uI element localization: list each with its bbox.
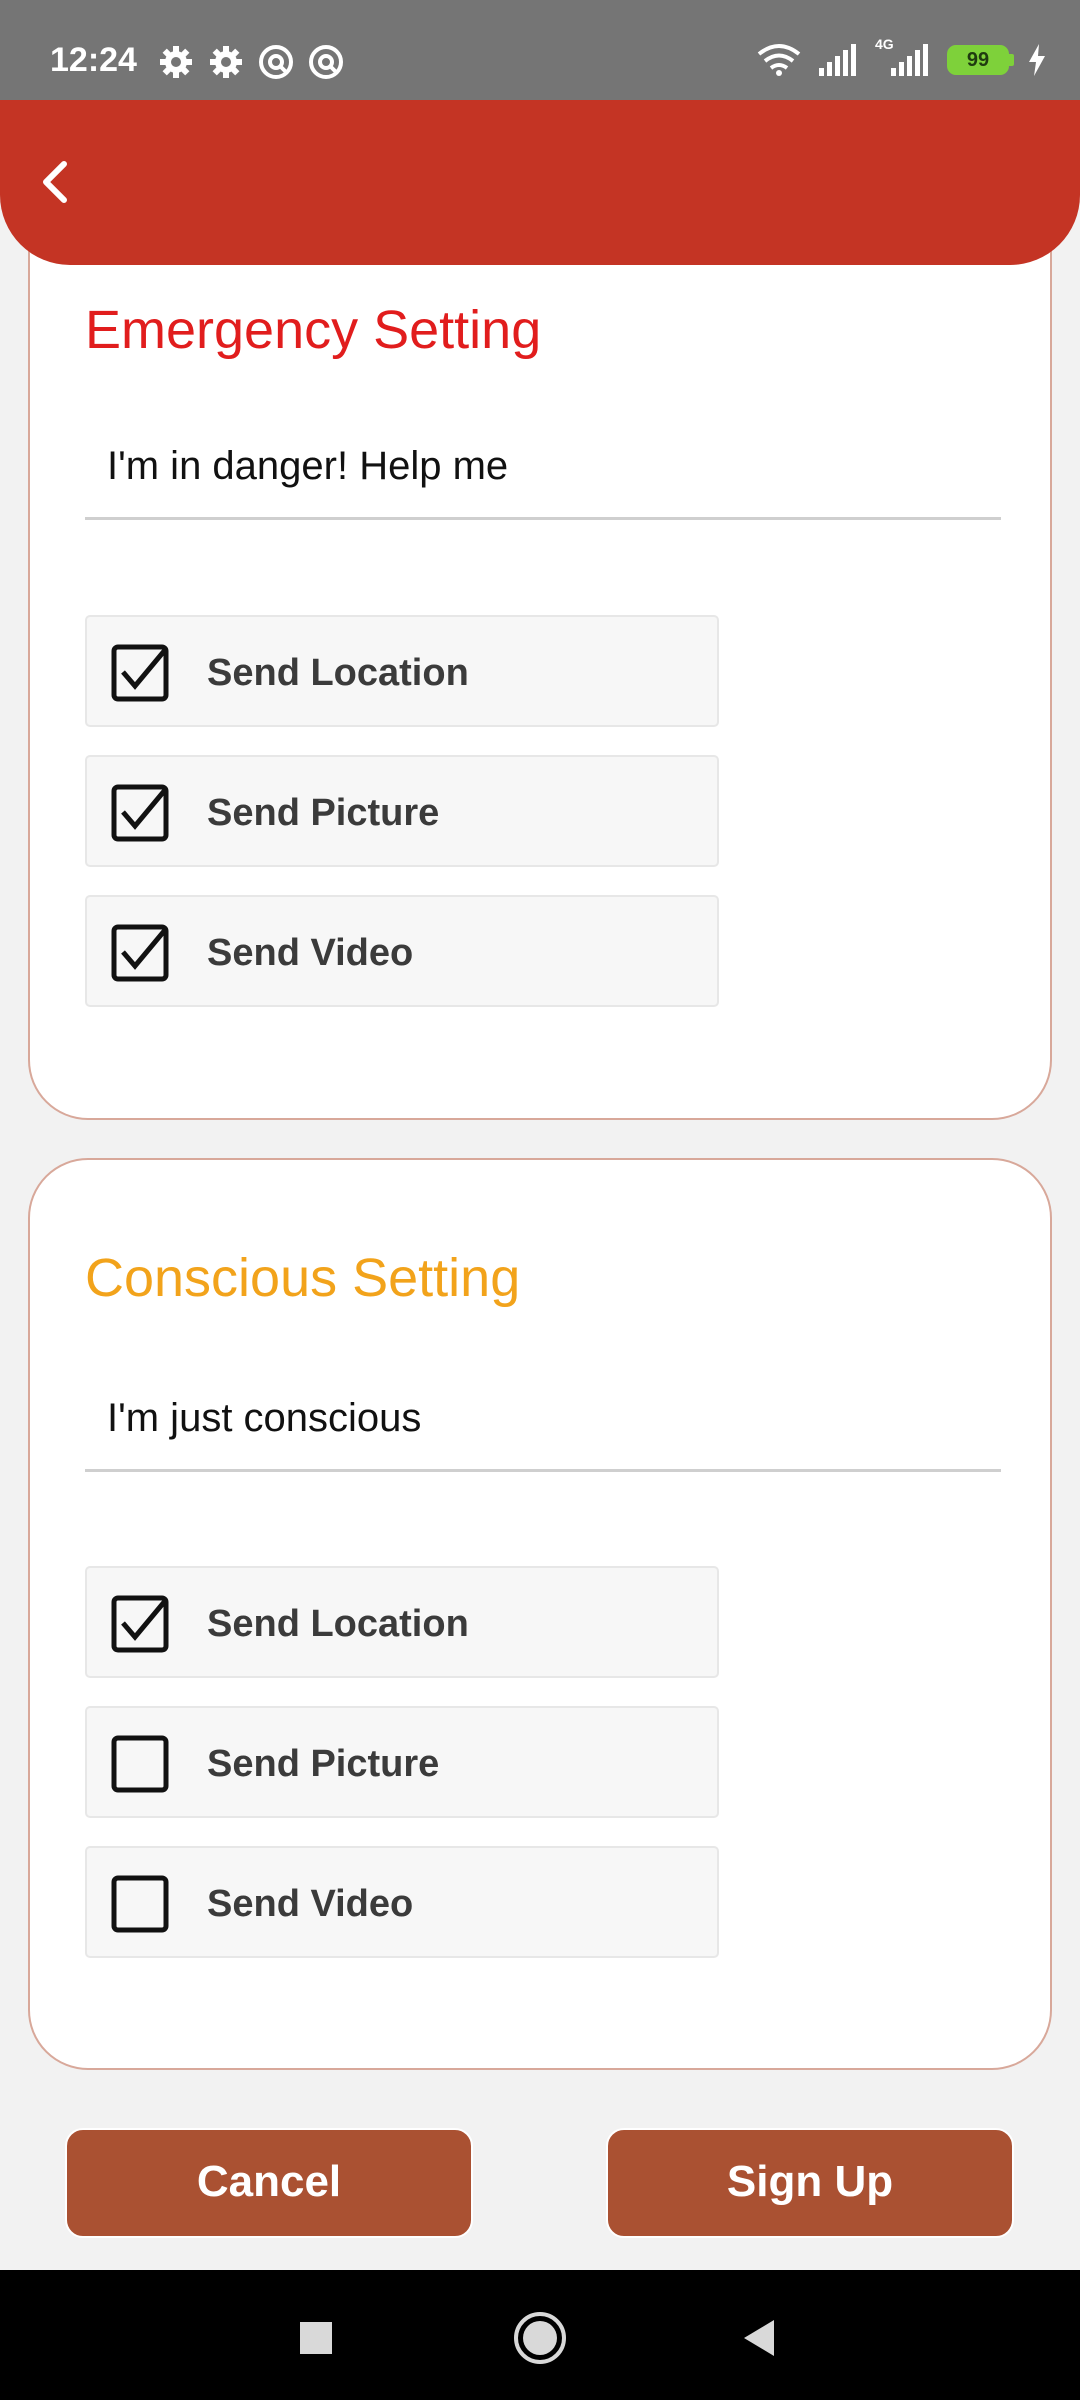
- conscious-option-send-location[interactable]: Send Location: [85, 1566, 719, 1678]
- gear-icon: [210, 46, 242, 78]
- option-label: Send Picture: [207, 1743, 440, 1785]
- system-nav-bar: [0, 2270, 1080, 2400]
- status-notification-icons: [156, 42, 346, 82]
- conscious-option-send-video[interactable]: Send Video: [85, 1846, 719, 1958]
- option-label: Send Location: [207, 1603, 469, 1645]
- square-recents-icon[interactable]: [286, 2308, 346, 2368]
- status-system-icons: 4G 99: [755, 36, 1046, 78]
- emergency-option-send-picture[interactable]: Send Picture: [85, 755, 719, 867]
- option-label: Send Video: [207, 932, 414, 974]
- status-bar: 12:24 4G 99: [0, 0, 1080, 100]
- signal-4g-icon: 4G: [875, 36, 933, 78]
- option-label: Send Video: [207, 1883, 414, 1925]
- emergency-option-send-location[interactable]: Send Location: [85, 615, 719, 727]
- chevron-left-icon[interactable]: [26, 150, 86, 214]
- signal-icon: [819, 44, 856, 76]
- checkbox-checked-icon[interactable]: [111, 644, 169, 702]
- checkbox-checked-icon[interactable]: [111, 924, 169, 982]
- checkbox-unchecked-icon[interactable]: [111, 1735, 169, 1793]
- cancel-button[interactable]: Cancel: [65, 2128, 473, 2238]
- circle-home-icon[interactable]: [510, 2308, 570, 2368]
- sign-up-button[interactable]: Sign Up: [606, 2128, 1014, 2238]
- gear-icon: [160, 46, 192, 78]
- charging-bolt-icon: [1029, 44, 1045, 76]
- emergency-setting-card: Emergency Setting I'm in danger! Help me…: [28, 210, 1052, 1120]
- conscious-title: Conscious Setting: [85, 1248, 521, 1308]
- checkbox-checked-icon[interactable]: [111, 784, 169, 842]
- conscious-option-send-picture[interactable]: Send Picture: [85, 1706, 719, 1818]
- wifi-icon: [757, 44, 801, 76]
- triangle-back-icon[interactable]: [730, 2308, 790, 2368]
- emergency-title: Emergency Setting: [85, 300, 542, 360]
- option-label: Send Picture: [207, 792, 440, 834]
- conscious-message-text: I'm just conscious: [107, 1396, 422, 1440]
- at-sign-icon: [259, 45, 293, 79]
- app-header: [0, 100, 1080, 265]
- conscious-message-field[interactable]: I'm just conscious: [85, 1362, 1001, 1472]
- option-label: Send Location: [207, 652, 469, 694]
- status-time: 12:24: [50, 41, 137, 79]
- battery-icon: 99: [947, 45, 1014, 75]
- emergency-message-field[interactable]: I'm in danger! Help me: [85, 410, 1001, 520]
- battery-level: 99: [947, 45, 1009, 75]
- emergency-option-send-video[interactable]: Send Video: [85, 895, 719, 1007]
- checkbox-checked-icon[interactable]: [111, 1595, 169, 1653]
- checkbox-unchecked-icon[interactable]: [111, 1875, 169, 1933]
- at-sign-icon: [309, 45, 343, 79]
- emergency-message-text: I'm in danger! Help me: [107, 444, 509, 488]
- conscious-setting-card: Conscious Setting I'm just conscious Sen…: [28, 1158, 1052, 2070]
